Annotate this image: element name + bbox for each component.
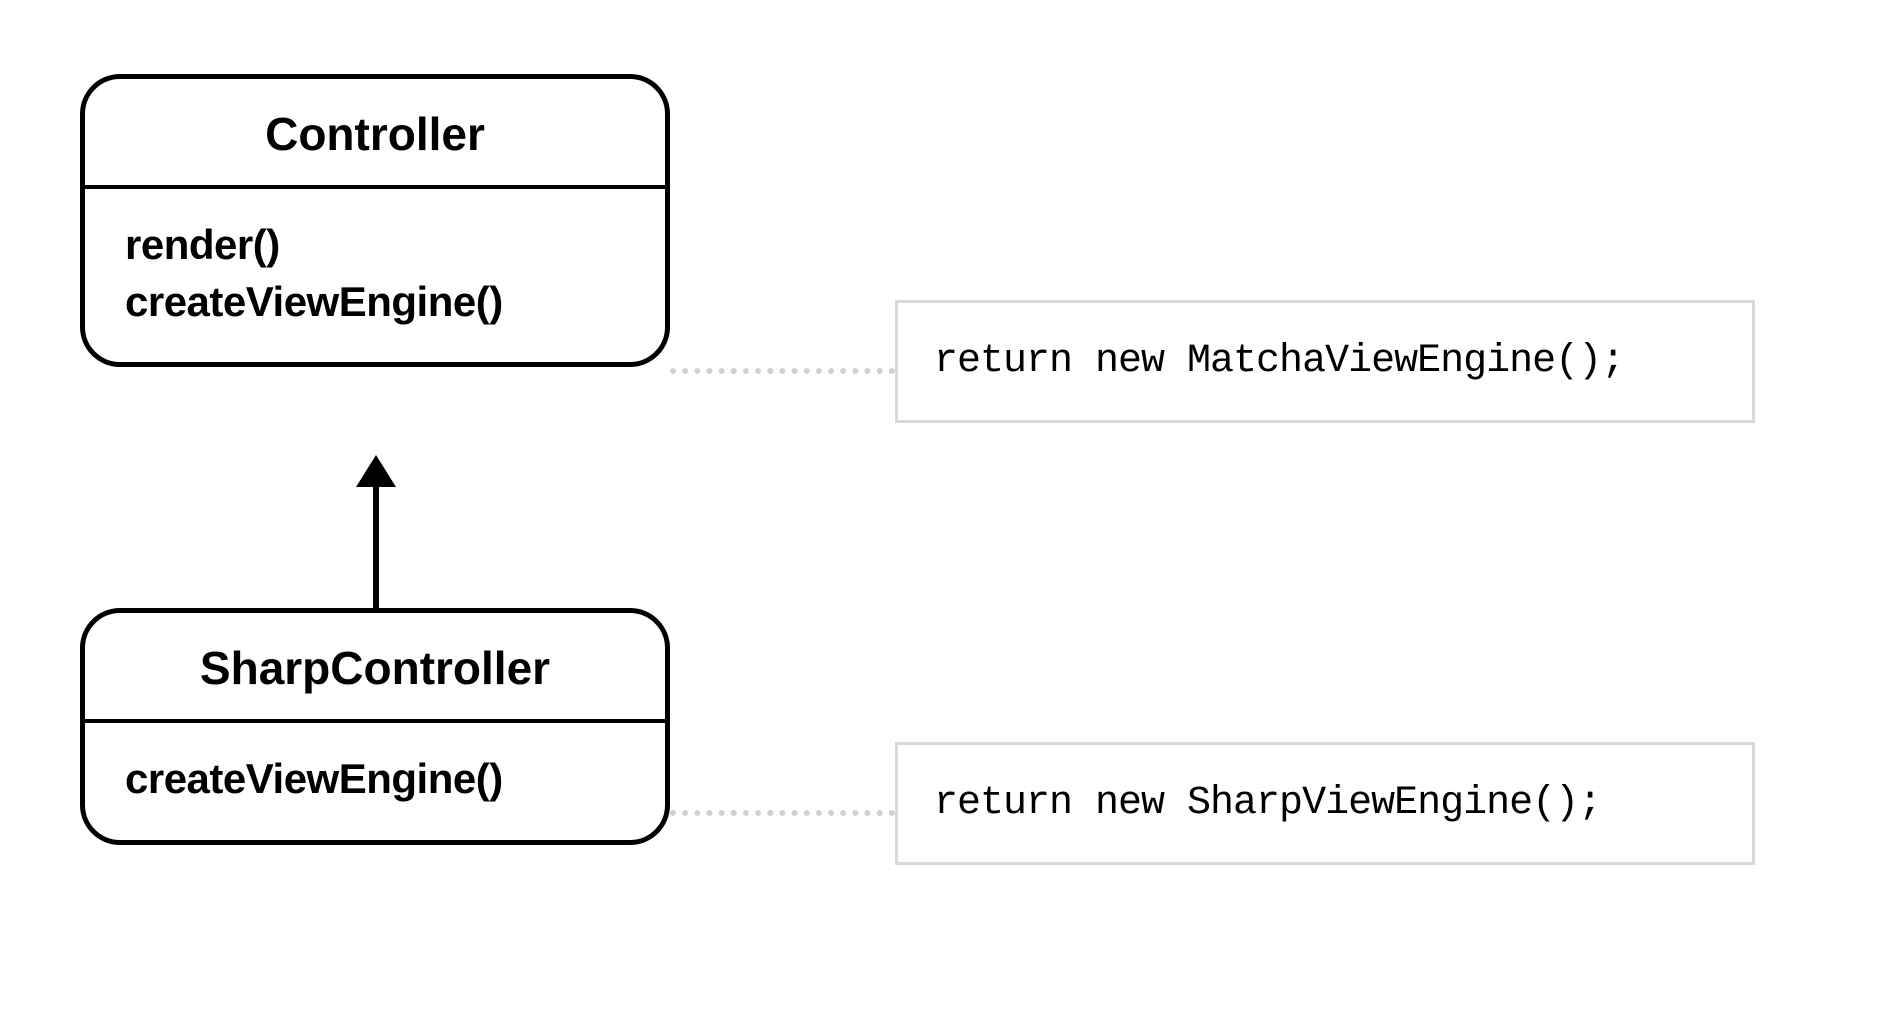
method-render: render() bbox=[125, 217, 625, 274]
method-createviewengine-sharp: createViewEngine() bbox=[125, 751, 625, 808]
class-body-controller: render() createViewEngine() bbox=[85, 189, 665, 362]
note-text-sharp: return new SharpViewEngine(); bbox=[934, 781, 1716, 826]
class-box-sharpcontroller: SharpController createViewEngine() bbox=[80, 608, 670, 845]
note-box-sharp: return new SharpViewEngine(); bbox=[895, 742, 1755, 865]
class-title-sharpcontroller: SharpController bbox=[85, 613, 665, 723]
note-text-controller: return new MatchaViewEngine(); bbox=[934, 339, 1716, 384]
note-box-controller: return new MatchaViewEngine(); bbox=[895, 300, 1755, 423]
dotted-connector-controller bbox=[670, 368, 895, 374]
inheritance-arrow-line bbox=[373, 485, 379, 608]
class-box-controller: Controller render() createViewEngine() bbox=[80, 74, 670, 367]
dotted-connector-sharp bbox=[670, 810, 895, 816]
class-body-sharpcontroller: createViewEngine() bbox=[85, 723, 665, 840]
class-title-controller: Controller bbox=[85, 79, 665, 189]
inheritance-arrow-head-icon bbox=[356, 455, 396, 487]
method-createviewengine-controller: createViewEngine() bbox=[125, 274, 625, 331]
